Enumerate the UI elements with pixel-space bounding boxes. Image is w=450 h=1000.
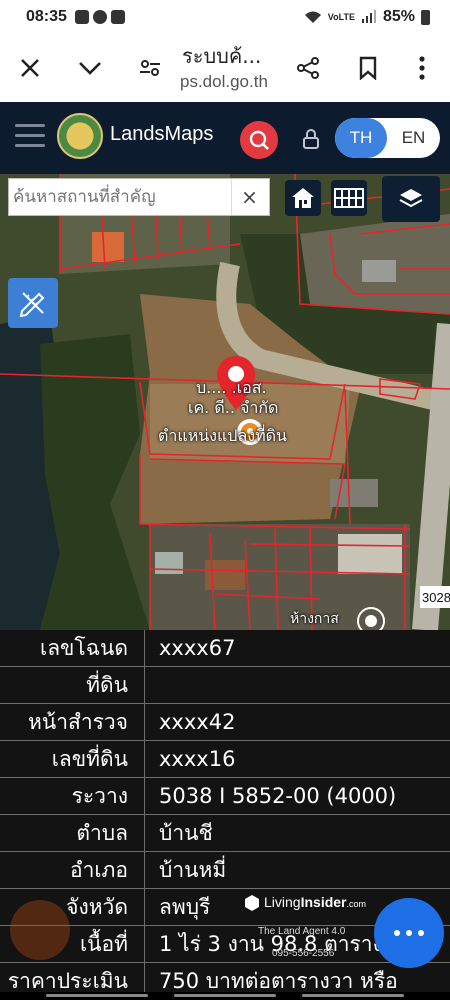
info-row-sheet: ระวาง 5038 I 5852-00 (4000) [0,778,450,815]
info-row-deed: เลขโฉนด xxxx67 [0,630,450,667]
grid-icon [334,188,364,208]
app-header: LandsMaps TH EN [0,102,450,174]
parcel-location-label: ตำแหน่งแปลงที่ดิน [158,426,287,445]
search-input[interactable] [9,179,231,215]
search-field[interactable]: × [8,178,270,216]
gallery-icon [74,10,89,24]
bookmark-icon[interactable] [354,54,382,82]
watermark-tagline: The Land Agent 4.0 [258,926,346,937]
browser-toolbar: ระบบค้... ps.dol.go.th [0,34,450,102]
info-value: บ้านชี [159,821,213,845]
info-value: 5038 I 5852-00 (4000) [159,784,397,808]
signal-icon [361,10,376,23]
grid-button[interactable] [331,180,367,216]
home-button[interactable] [285,180,321,216]
info-key: ระวาง [0,778,145,814]
tune-icon[interactable] [136,54,164,82]
wifi-icon [304,11,321,23]
road-number-badge: 3028 [420,586,450,608]
info-row-deed-cont: ที่ดิน [0,667,450,704]
ruler-pencil-icon [19,292,45,318]
info-value [145,667,450,703]
page-title: ระบบค้... [182,44,262,68]
compass-icon [357,607,385,630]
watermark-brand: LivingInsider.com [264,894,367,910]
info-value: xxxx67 [159,636,236,660]
info-key: ที่ดิน [0,667,145,703]
layers-button[interactable] [382,176,440,222]
page-url[interactable]: ps.dol.go.th [180,72,268,92]
battery-icon [421,9,430,25]
status-right: VoLTE 85% [304,8,430,26]
more-vert-icon[interactable] [408,54,436,82]
lock-icon[interactable] [300,128,322,150]
faded-badge [10,900,70,960]
battery-percent: 85% [382,8,415,25]
notification-icons [74,10,125,24]
close-icon[interactable] [16,54,44,82]
draw-tool-button[interactable] [8,278,58,328]
search-button[interactable] [240,121,278,159]
info-value: xxxx16 [159,747,236,771]
status-time: 08:35 [26,8,67,25]
info-key: ราคาประเมิน [0,963,145,992]
brand-name: LandsMaps [110,123,214,145]
clear-search-button[interactable]: × [231,179,267,215]
gesture-bar [0,992,450,1000]
info-key: อำเภอ [0,852,145,888]
check-icon [110,10,125,24]
info-key: หน้าสำรวจ [0,704,145,740]
lang-th-button[interactable]: TH [335,118,387,158]
map-view[interactable]: × บ.... .เอส. เค. ดี.. จำกัด ตำแหน่งแปลง… [0,174,450,630]
lower-place-label: ห้างกาส [290,611,339,627]
menu-icon[interactable] [15,124,45,148]
home-icon [292,188,314,208]
info-row-land-no: เลขที่ดิน xxxx16 [0,741,450,778]
more-options-button[interactable] [374,898,444,968]
lang-en-button[interactable]: EN [387,118,440,158]
info-row-survey: หน้าสำรวจ xxxx42 [0,704,450,741]
info-key: เลขที่ดิน [0,741,145,777]
watermark-phone: 095-556-2556 [272,948,335,959]
place-label-line2: เค. ดี.. จำกัด [188,398,279,417]
share-icon[interactable] [294,54,322,82]
language-toggle[interactable]: TH EN [335,118,440,158]
info-key: ตำบล [0,815,145,851]
info-value: xxxx42 [159,710,236,734]
chat-icon [92,10,107,24]
info-row-subdistrict: ตำบล บ้านชี [0,815,450,852]
volte-label: VoLTE [327,11,355,22]
dol-logo [57,113,103,159]
info-key: เลขโฉนด [0,630,145,666]
chevron-down-icon[interactable] [76,54,104,82]
livinginsider-logo-icon [245,895,259,911]
search-icon [249,130,269,150]
layers-icon [399,189,423,208]
status-bar: 08:35 VoLTE 85% [0,0,450,34]
